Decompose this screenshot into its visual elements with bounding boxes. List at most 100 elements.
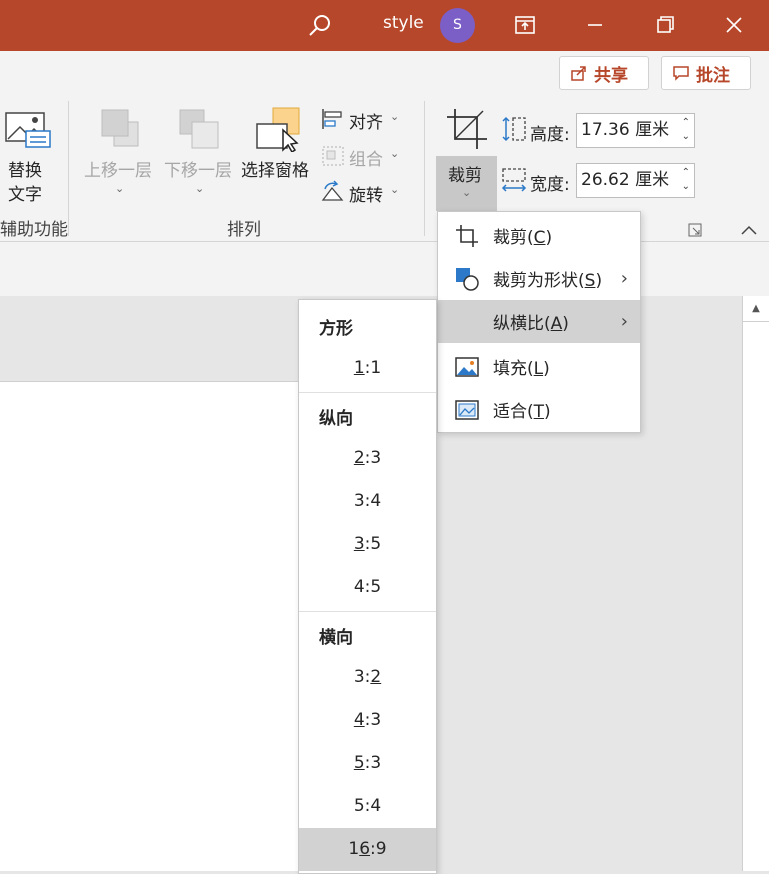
rotate-label: 旋转 <box>349 186 383 206</box>
dialog-launcher-icon[interactable] <box>688 223 702 237</box>
group-label: 组合 <box>349 150 383 170</box>
height-label: 高度: <box>530 125 570 145</box>
avatar[interactable]: S <box>440 8 475 43</box>
align-icon <box>322 109 342 129</box>
crop-menu: 裁剪(C) 裁剪为形状(S) › 纵横比(A) › 填充(L) 适合(T) <box>437 211 641 433</box>
group-separator <box>68 101 69 236</box>
width-value: 26.62 厘米 <box>581 170 670 190</box>
chevron-down-icon: ⌄ <box>390 183 400 196</box>
aspect-4-5[interactable]: 4:5 <box>299 566 436 609</box>
selection-pane-button[interactable]: 选择窗格 <box>241 106 317 206</box>
chevron-down-icon: ⌄ <box>390 147 400 160</box>
height-icon <box>502 116 526 142</box>
align-label: 对齐 <box>349 113 383 133</box>
fill-menu-item[interactable]: 填充(L) <box>438 345 640 388</box>
bring-forward-button[interactable]: 上移一层 ⌄ <box>82 106 158 206</box>
chevron-down-icon: ⌄ <box>462 186 472 199</box>
user-name[interactable]: style <box>383 13 424 33</box>
aspect-2-3[interactable]: 2:3 <box>299 437 436 480</box>
aspect-1-1[interactable]: 1:1 <box>299 347 436 390</box>
aspect-3-2[interactable]: 3:2 <box>299 656 436 699</box>
crop-icon <box>456 225 478 247</box>
aspect-5-3[interactable]: 5:3 <box>299 742 436 785</box>
group-button[interactable]: 组合 ⌄ <box>320 143 410 170</box>
bring-forward-label: 上移一层 <box>84 161 152 181</box>
align-button[interactable]: 对齐 ⌄ <box>320 106 410 133</box>
slide-canvas[interactable] <box>0 382 300 871</box>
alt-text-icon <box>5 112 51 148</box>
aspect-ratio-key: A <box>550 314 563 334</box>
crop-item-text: 裁剪(C) <box>493 228 553 248</box>
rotate-button[interactable]: 旋转 ⌄ <box>320 179 410 206</box>
send-backward-icon <box>179 109 219 149</box>
send-backward-label: 下移一层 <box>164 161 232 181</box>
chevron-down-icon: ⌄ <box>115 182 125 195</box>
aspect-key: 5 <box>353 753 365 773</box>
crop-menu-item[interactable]: 裁剪(C) <box>438 214 640 257</box>
fit-item-label: 适合 <box>493 402 527 422</box>
fill-item-key: L <box>533 359 544 379</box>
comment-label: 批注 <box>696 65 730 86</box>
aspect-4-3[interactable]: 4:3 <box>299 699 436 742</box>
workspace-background <box>0 296 300 382</box>
aspect-key: 3 <box>353 534 365 554</box>
width-label: 宽度: <box>530 175 570 195</box>
collapse-ribbon-icon[interactable] <box>740 223 758 237</box>
search-icon[interactable] <box>306 12 334 40</box>
send-backward-button[interactable]: 下移一层 ⌄ <box>162 106 238 206</box>
chevron-down-icon: ⌄ <box>390 110 400 123</box>
aspect-key: 1 <box>353 358 365 378</box>
restore-icon[interactable] <box>650 10 680 40</box>
submenu-arrow-icon: › <box>620 311 628 332</box>
scroll-up-arrow[interactable]: ▲ <box>743 296 769 322</box>
portrait-header: 纵向 <box>319 409 353 429</box>
share-button[interactable]: 共享 <box>559 56 649 90</box>
arrange-group-label: 排列 <box>227 220 261 240</box>
crop-button[interactable]: 裁剪 ⌄ <box>436 156 497 211</box>
crop-to-shape-menu-item[interactable]: 裁剪为形状(S) › <box>438 257 640 300</box>
group-icon <box>322 146 344 166</box>
fit-item-text: 适合(T) <box>493 402 551 422</box>
minimize-icon[interactable] <box>580 10 610 40</box>
aspect-3-4[interactable]: 3:4 <box>299 480 436 523</box>
width-field[interactable]: 26.62 厘米 ⌃ ⌄ <box>576 163 695 198</box>
menu-divider <box>299 611 436 612</box>
fit-menu-item[interactable]: 适合(T) <box>438 388 640 431</box>
fill-item-label: 填充 <box>493 359 527 379</box>
menu-divider <box>299 392 436 393</box>
aspect-key: 4 <box>353 710 365 730</box>
square-header: 方形 <box>319 319 353 339</box>
aspect-key: 6 <box>359 839 371 859</box>
comment-button[interactable]: 批注 <box>661 56 751 90</box>
bring-forward-icon <box>101 109 139 147</box>
crop-to-shape-key: S <box>584 271 596 291</box>
aspect-ratio-menu-item[interactable]: 纵横比(A) › <box>438 300 640 343</box>
fill-picture-icon <box>455 357 479 377</box>
alt-text-button[interactable]: 替换 文字 <box>0 106 55 206</box>
rotate-icon <box>321 180 344 201</box>
ribbon-display-icon[interactable] <box>510 10 540 40</box>
aspect-key: 2 <box>353 448 365 468</box>
aspect-ratio-submenu: 方形 1:1 纵向 2:3 3:4 3:5 4:5 横向 3:2 4:3 5:3… <box>298 299 437 874</box>
crop-label: 裁剪 <box>448 166 482 186</box>
share-label: 共享 <box>594 65 628 86</box>
crop-item-label: 裁剪 <box>493 228 527 248</box>
height-spinner[interactable]: ⌃ ⌄ <box>682 116 690 144</box>
fit-picture-icon <box>455 400 479 420</box>
vertical-scrollbar[interactable]: ▲ <box>742 296 769 871</box>
comment-icon <box>673 66 689 81</box>
shape-icon <box>456 268 479 291</box>
width-spinner[interactable]: ⌃ ⌄ <box>682 166 690 194</box>
crop-tool-icon[interactable] <box>445 107 489 151</box>
chevron-down-icon: ⌄ <box>195 182 205 195</box>
close-icon[interactable] <box>719 10 749 40</box>
fill-item-text: 填充(L) <box>493 359 550 379</box>
landscape-header: 横向 <box>319 628 353 648</box>
aspect-5-4[interactable]: 5:4 <box>299 785 436 828</box>
crop-item-key: C <box>533 228 546 248</box>
height-field[interactable]: 17.36 厘米 ⌃ ⌄ <box>576 113 695 148</box>
aspect-16-9[interactable]: 16:9 <box>299 828 436 871</box>
crop-to-shape-text: 裁剪为形状(S) <box>493 271 603 291</box>
aspect-3-5[interactable]: 3:5 <box>299 523 436 566</box>
alt-text-label-1: 替换 <box>8 161 42 181</box>
